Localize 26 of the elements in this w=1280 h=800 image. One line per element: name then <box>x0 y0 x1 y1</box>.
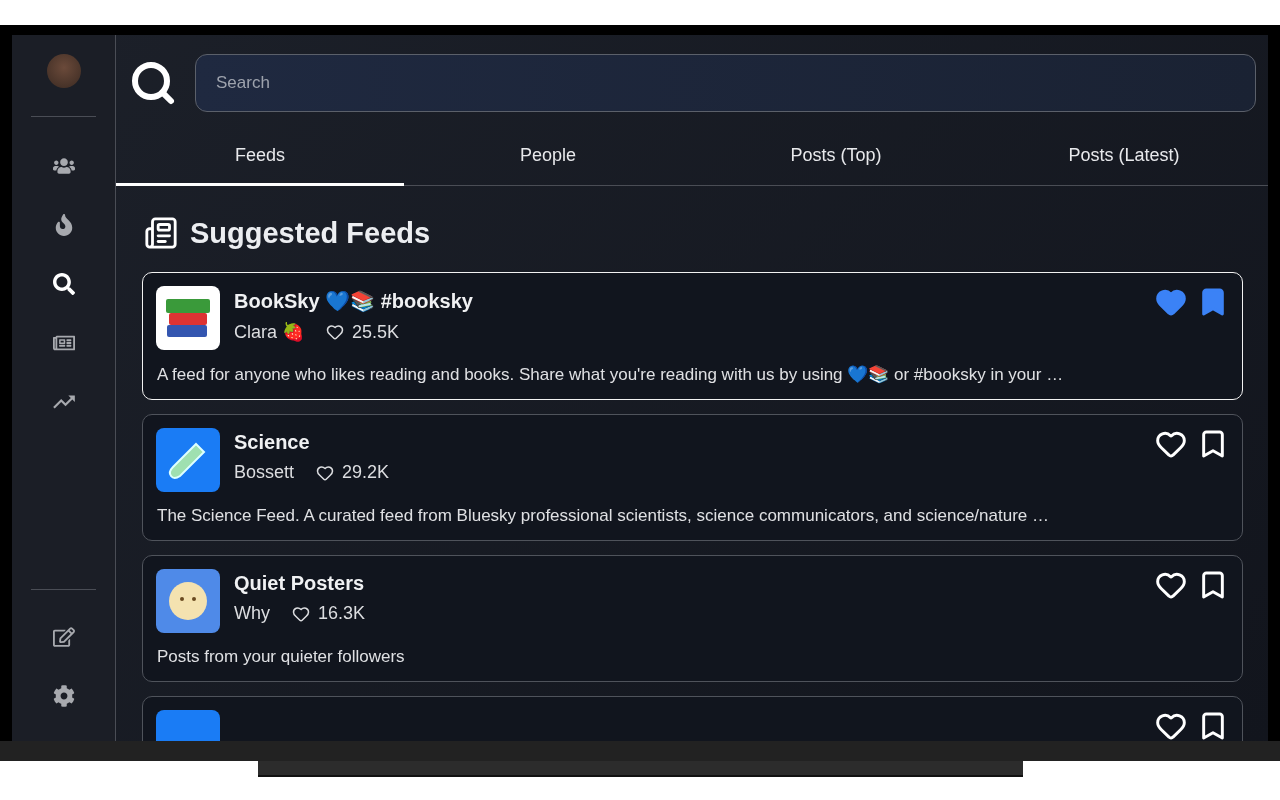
section-title: Suggested Feeds <box>190 216 431 250</box>
tab[interactable]: Feeds <box>116 124 404 186</box>
search-icon <box>129 59 177 107</box>
feed-title: BookSky 💙📚 #booksky <box>234 289 474 313</box>
feed-description: Posts from your quieter followers <box>156 647 406 667</box>
feed-description: A feed for anyone who likes reading and books. Share what you're reading with us by using 💙📚 or #booksky in your … <box>156 364 1065 385</box>
heart-icon <box>316 463 335 482</box>
feed-title: Quiet Posters <box>234 572 366 595</box>
search-field[interactable]: Search <box>195 54 1256 112</box>
heart-icon <box>292 604 310 623</box>
feed-author: Why <box>234 603 270 624</box>
feed-title: Science <box>234 431 311 454</box>
feed-card[interactable]: Science Bossett 29.2K The Science Feed. A curated feed from Bluesky professional scientists, science communicators, and science/nature … <box>142 414 1243 541</box>
heart-icon <box>326 323 344 341</box>
like-count: 16.3K <box>318 603 366 624</box>
newspaper-icon <box>144 216 178 250</box>
tab[interactable]: Posts (Top) <box>692 124 980 186</box>
feed-description: The Science Feed. A curated feed from Bluesky professional scientists, science communicators, and science/nature … <box>156 506 1050 526</box>
feed-card[interactable]: Quiet Posters Why 16.3K Posts from your quieter followers <box>142 555 1243 682</box>
face-icon <box>166 579 210 623</box>
tab[interactable]: People <box>404 124 692 186</box>
feed-author: Bossett <box>234 462 295 483</box>
feed-author: Clara 🍓 <box>234 321 304 343</box>
like-count: 29.2K <box>342 462 390 483</box>
tab[interactable]: Posts (Latest) <box>980 124 1268 186</box>
like-count: 25.5K <box>352 321 400 343</box>
